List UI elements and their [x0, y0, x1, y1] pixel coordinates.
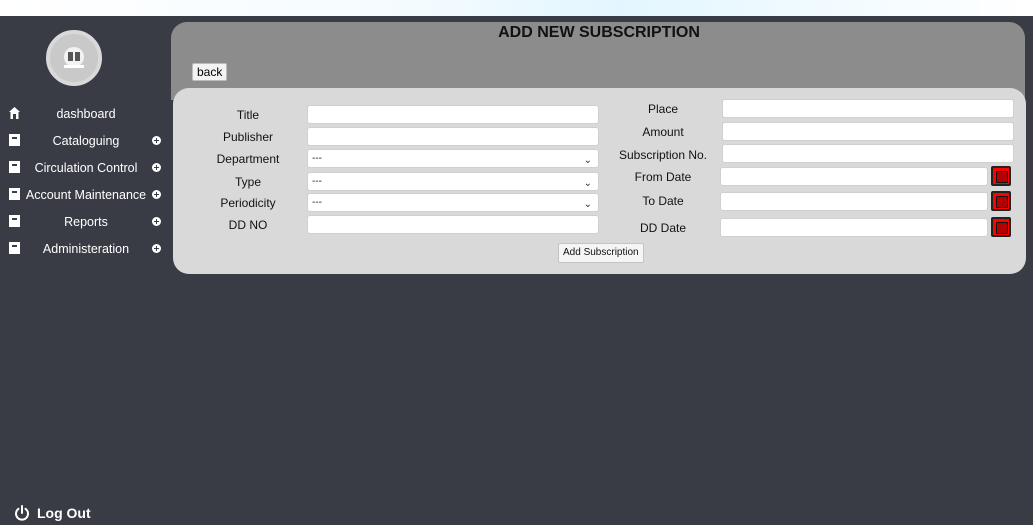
book-icon	[9, 134, 20, 146]
to-date-input[interactable]	[720, 192, 988, 211]
logout-label: Log Out	[37, 505, 91, 521]
from-date-label: From Date	[634, 170, 692, 184]
sidebar-item-label: dashboard	[56, 106, 116, 121]
amount-label: Amount	[642, 125, 684, 139]
chevron-down-icon: ⌄	[583, 155, 592, 166]
dd-date-label: DD Date	[639, 221, 686, 235]
publisher-label: Publisher	[222, 130, 274, 144]
place-label: Place	[647, 102, 679, 116]
top-banner-strip	[0, 0, 1033, 16]
place-input[interactable]	[722, 99, 1014, 118]
home-icon	[9, 107, 20, 119]
back-button[interactable]: back	[192, 63, 228, 81]
department-label: Department	[216, 152, 280, 166]
expand-plus-icon[interactable]	[152, 163, 161, 172]
type-value: ---	[312, 176, 322, 187]
sidebar-nav: dashboard Cataloguing Circulation Contro…	[0, 100, 170, 262]
publisher-input[interactable]	[307, 127, 599, 146]
to-date-label: To Date	[642, 194, 684, 208]
expand-plus-icon[interactable]	[152, 136, 161, 145]
title-input[interactable]	[307, 105, 599, 124]
power-icon	[15, 505, 29, 521]
from-date-calendar-icon[interactable]	[991, 166, 1011, 186]
dd-no-input[interactable]	[307, 215, 599, 234]
sidebar-item-account-maintenance[interactable]: Account Maintenance	[0, 181, 170, 208]
department-select[interactable]: --- ⌄	[307, 149, 599, 168]
book-icon	[9, 242, 20, 254]
sidebar-item-reports[interactable]: Reports	[0, 208, 170, 235]
book-icon	[9, 161, 20, 173]
sidebar-item-cataloguing[interactable]: Cataloguing	[0, 127, 170, 154]
expand-plus-icon[interactable]	[152, 244, 161, 253]
title-label: Title	[236, 108, 260, 122]
expand-plus-icon[interactable]	[152, 190, 161, 199]
logout-button[interactable]: Log Out	[14, 505, 91, 521]
book-logo-icon	[64, 47, 84, 68]
sidebar-item-circulation-control[interactable]: Circulation Control	[0, 154, 170, 181]
sidebar-item-label: Circulation Control	[34, 160, 138, 175]
sidebar-item-label: Reports	[64, 214, 108, 229]
from-date-input[interactable]	[720, 167, 988, 186]
sidebar-item-label: Account Maintenance	[25, 187, 147, 202]
add-subscription-button[interactable]: Add Subscription	[558, 243, 644, 263]
type-label: Type	[234, 175, 261, 189]
chevron-down-icon: ⌄	[583, 199, 592, 210]
sidebar-item-administeration[interactable]: Administeration	[0, 235, 170, 262]
chevron-down-icon: ⌄	[583, 178, 592, 189]
expand-plus-icon[interactable]	[152, 217, 161, 226]
dd-date-calendar-icon[interactable]	[991, 217, 1011, 237]
sidebar-item-label: Cataloguing	[52, 133, 120, 148]
department-value: ---	[312, 153, 322, 164]
subscription-no-input[interactable]	[722, 144, 1014, 163]
to-date-calendar-icon[interactable]	[991, 191, 1011, 211]
dd-no-label: DD NO	[228, 218, 268, 232]
sidebar-item-dashboard[interactable]: dashboard	[0, 100, 170, 127]
amount-input[interactable]	[722, 122, 1014, 141]
subscription-form: Title Publisher Department --- ⌄ Type --…	[173, 88, 1026, 274]
periodicity-select[interactable]: --- ⌄	[307, 193, 599, 212]
periodicity-label: Periodicity	[220, 196, 276, 210]
library-logo	[46, 30, 102, 86]
subscription-no-label: Subscription No.	[618, 148, 708, 162]
sidebar-item-label: Administeration	[42, 241, 130, 256]
periodicity-value: ---	[312, 197, 322, 208]
page-title: ADD NEW SUBSCRIPTION	[498, 24, 700, 41]
type-select[interactable]: --- ⌄	[307, 172, 599, 191]
book-icon	[9, 215, 20, 227]
dd-date-input[interactable]	[720, 218, 988, 237]
book-icon	[9, 188, 20, 200]
